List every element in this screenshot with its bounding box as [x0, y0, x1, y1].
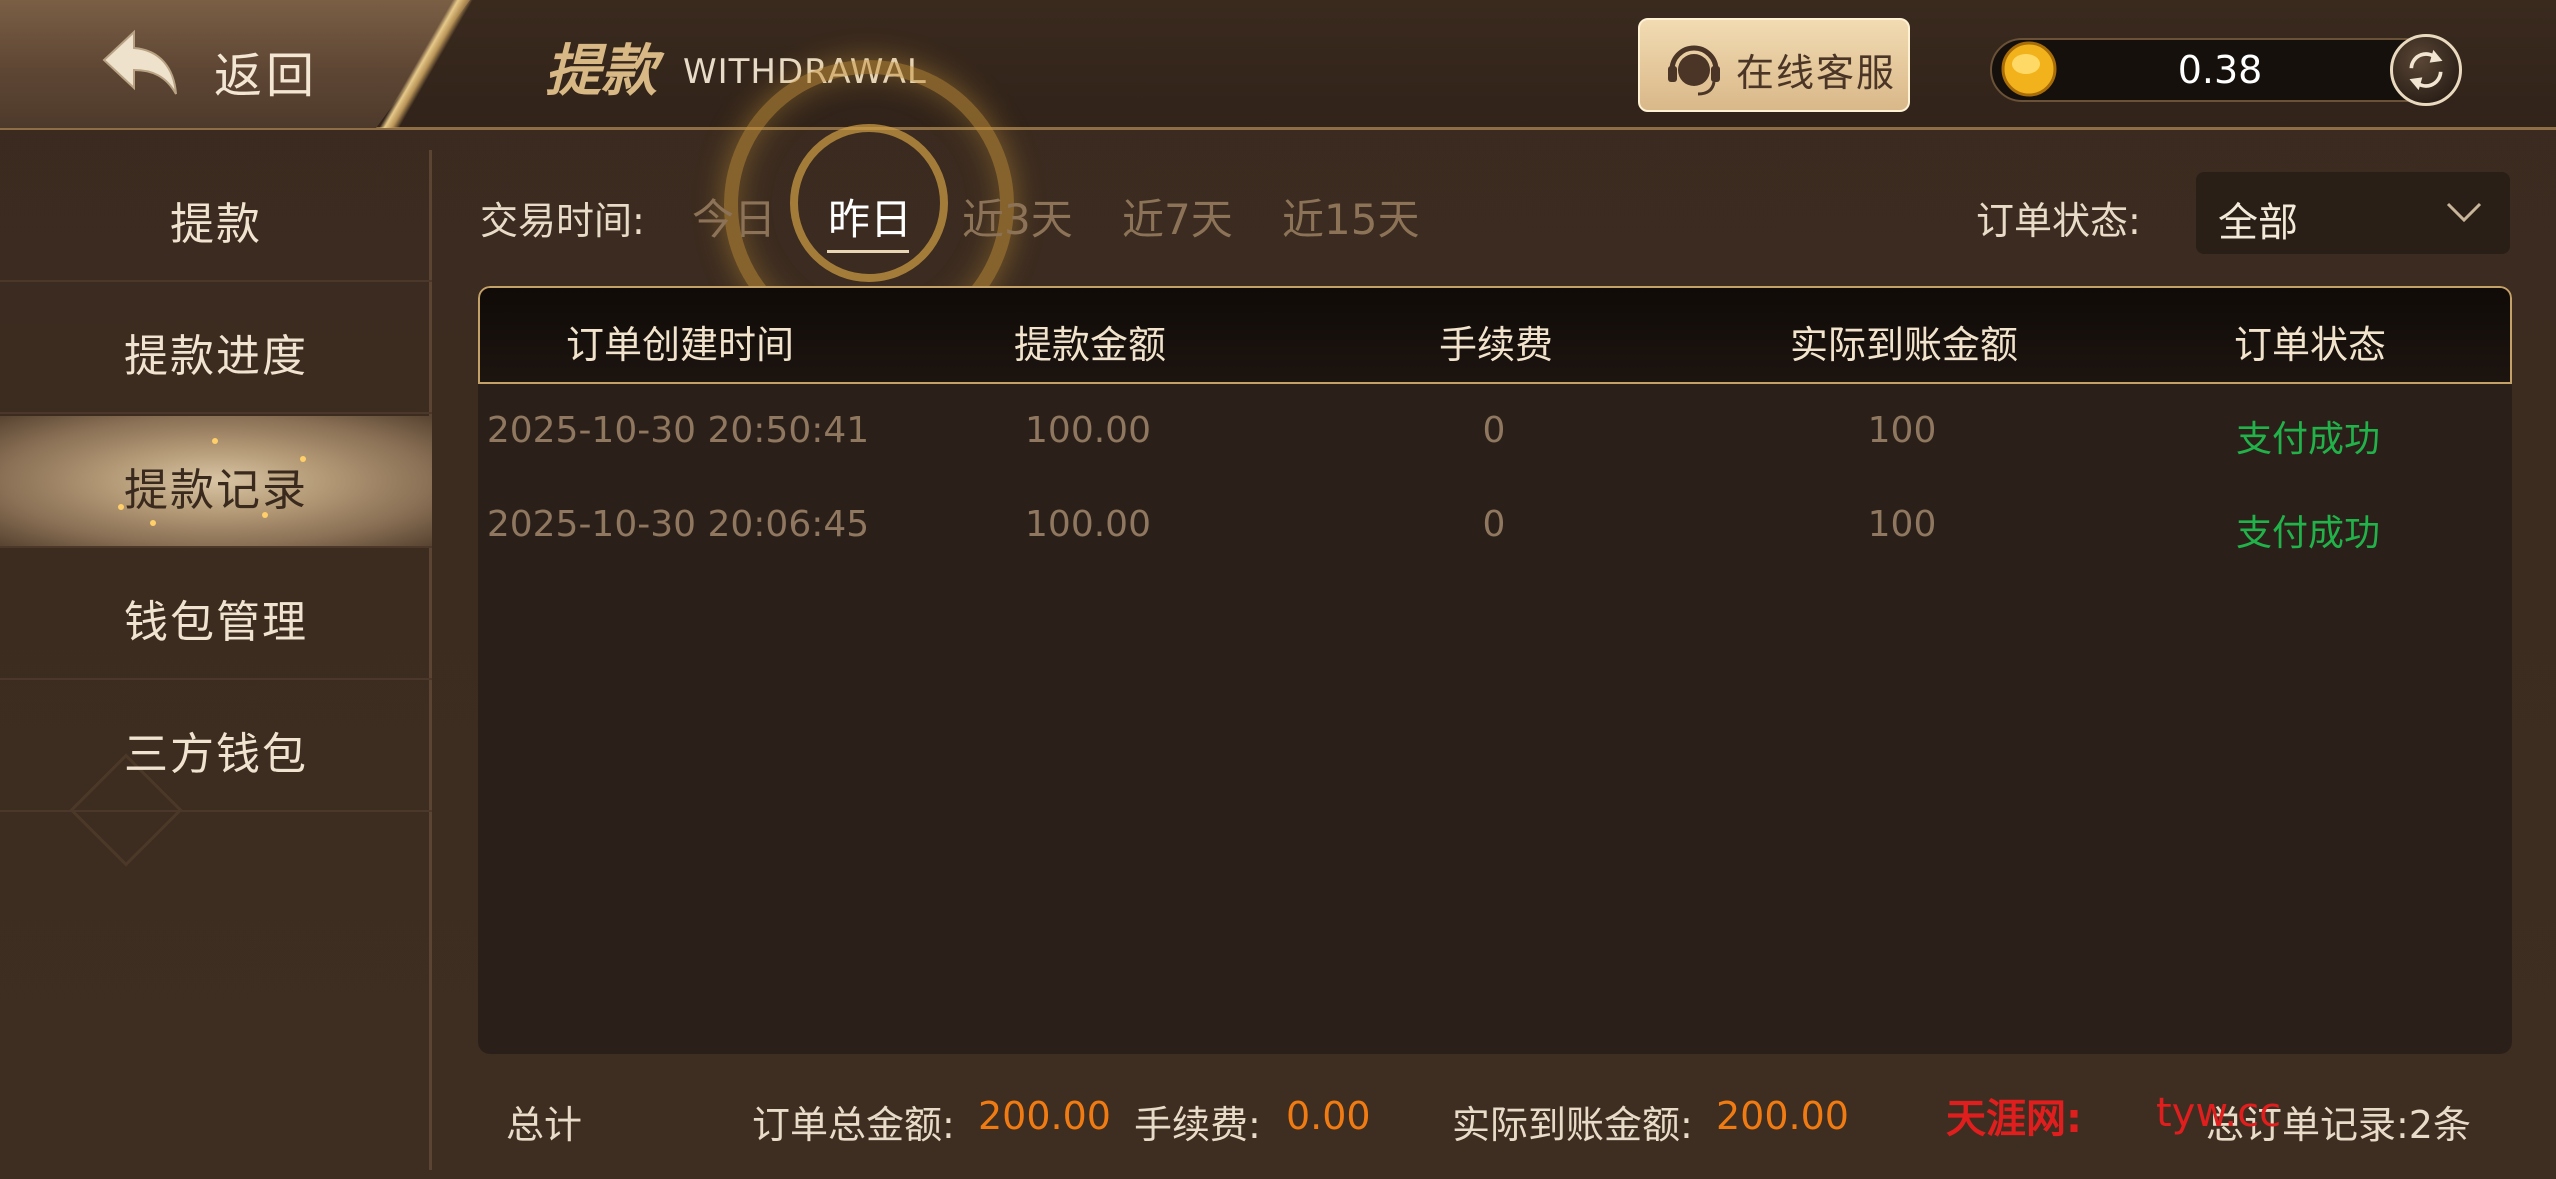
footer-actual-label: 实际到账金额:	[1452, 1103, 1693, 1147]
headset-icon	[1668, 45, 1720, 96]
top-bar: 返回 提款 WITHDRAWAL 在线客服 0.38	[0, 0, 2556, 130]
order-status-value: 全部	[2218, 200, 2298, 246]
sidebar-item-label: 提款记录	[124, 465, 308, 516]
footer-fee-value: 0.00	[1286, 1094, 1371, 1138]
column-header-fee: 手续费	[1438, 323, 1553, 367]
sidebar-item-wallet-management[interactable]: 钱包管理	[0, 548, 432, 680]
sidebar-item-withdraw-records[interactable]: 提款记录	[0, 416, 432, 548]
range-tab-7-days[interactable]: 近7天	[1122, 186, 1233, 247]
online-service-label: 在线客服	[1736, 51, 1897, 95]
online-service-button[interactable]: 在线客服	[1638, 18, 1910, 112]
order-status-select[interactable]: 全部	[2196, 172, 2510, 254]
column-header-order-status: 订单状态	[2233, 323, 2386, 367]
cell-order-status: 支付成功	[2235, 513, 2380, 554]
sparkle	[150, 520, 156, 526]
order-status-label: 订单状态:	[1976, 199, 2141, 243]
transaction-time-label: 交易时间:	[480, 199, 645, 243]
cell-created-time: 2025-10-30 20:50:41	[486, 410, 870, 451]
range-tab-today[interactable]: 今日	[692, 186, 776, 247]
cell-created-time: 2025-10-30 20:06:45	[486, 504, 870, 545]
footer-total-label: 总计	[506, 1103, 583, 1147]
watermark-url: tyw.cc	[2156, 1090, 2282, 1136]
sidebar-item-label: 钱包管理	[124, 597, 308, 648]
cell-actual-amount: 100	[1867, 504, 1937, 545]
cell-order-status: 支付成功	[2235, 419, 2380, 460]
footer-fee-label: 手续费:	[1134, 1103, 1261, 1147]
back-label: 返回	[214, 48, 319, 104]
cell-withdraw-amount: 100.00	[1025, 504, 1151, 545]
footer-actual-value: 200.00	[1716, 1094, 1849, 1138]
cell-withdraw-amount: 100.00	[1025, 410, 1151, 451]
footer-order-total-value: 200.00	[978, 1094, 1111, 1138]
cell-actual-amount: 100	[1867, 410, 1937, 451]
sidebar-item-label: 提款	[170, 199, 262, 250]
page-title: 提款	[545, 39, 657, 104]
refresh-icon	[2409, 49, 2443, 91]
back-button-edge	[370, 0, 480, 128]
records-table: 订单创建时间 提款金额 手续费 实际到账金额 订单状态 2025-10-30 2…	[478, 286, 2512, 1054]
back-arrow-icon	[102, 29, 177, 95]
cell-fee: 0	[1482, 410, 1506, 451]
column-header-actual-amount: 实际到账金额	[1789, 323, 2018, 367]
sidebar-item-label: 提款进度	[124, 331, 308, 382]
sidebar-item-third-party-wallet[interactable]: 三方钱包	[0, 680, 432, 812]
range-tab-yesterday[interactable]: 昨日	[828, 186, 912, 247]
sidebar-item-label: 三方钱包	[124, 729, 308, 780]
column-header-withdraw-amount: 提款金额	[1013, 323, 1166, 367]
footer-order-total-label: 订单总金额:	[752, 1103, 955, 1147]
cell-fee: 0	[1482, 504, 1506, 545]
refresh-button[interactable]	[2390, 34, 2462, 106]
watermark-site: 天涯网:	[1946, 1096, 2082, 1142]
balance-value: 0.38	[2177, 48, 2263, 92]
table-header: 订单创建时间 提款金额 手续费 实际到账金额 订单状态	[478, 286, 2512, 384]
sidebar-item-withdraw[interactable]: 提款	[0, 150, 432, 282]
range-tab-active-underline	[827, 250, 909, 253]
sidebar-item-withdraw-progress[interactable]: 提款进度	[0, 282, 432, 414]
coin-icon	[2001, 41, 2057, 97]
sidebar: 提款 提款进度 提款记录 钱包管理 三方钱包	[0, 150, 432, 1170]
column-header-created-time: 订单创建时间	[565, 323, 794, 367]
chevron-down-icon	[2446, 202, 2482, 223]
range-tab-3-days[interactable]: 近3天	[962, 186, 1073, 247]
sparkle	[212, 438, 218, 444]
range-tab-15-days[interactable]: 近15天	[1282, 186, 1419, 247]
